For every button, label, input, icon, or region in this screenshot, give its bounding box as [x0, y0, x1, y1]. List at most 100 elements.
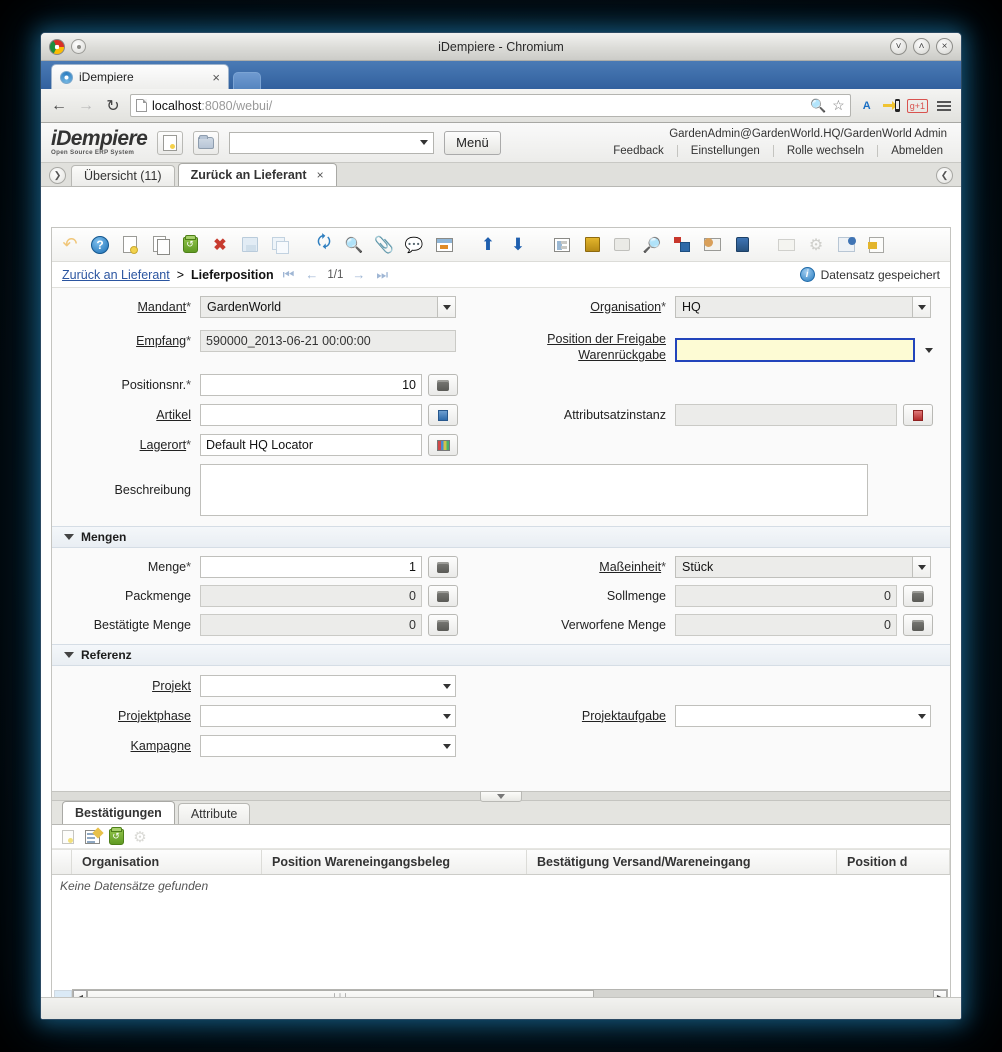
back-icon[interactable]: ← [49, 97, 69, 115]
field-verworfene-menge[interactable]: 0 [675, 614, 897, 636]
window-menu-icon[interactable] [71, 39, 86, 54]
mobile-send-icon[interactable] [882, 98, 900, 113]
link-feedback[interactable]: Feedback [600, 145, 678, 157]
last-record-icon[interactable]: ⏭ [374, 267, 390, 283]
link-rolle-wechseln[interactable]: Rolle wechseln [774, 145, 879, 157]
tab-zurueck-an-lieferant[interactable]: Zurück an Lieferant × [177, 163, 337, 186]
new-window-button[interactable] [157, 130, 184, 155]
save-icon[interactable] [238, 233, 262, 257]
archive-icon[interactable] [580, 233, 604, 257]
artikel-lookup-button[interactable] [428, 404, 458, 426]
exit-icon[interactable] [864, 233, 888, 257]
sollmenge-calculator-button[interactable] [903, 585, 933, 607]
field-sollmenge[interactable]: 0 [675, 585, 897, 607]
first-record-icon[interactable]: ⏮ [281, 267, 297, 283]
expand-left-panel-icon[interactable]: ❯ [49, 167, 66, 184]
field-projektphase[interactable] [200, 705, 456, 727]
menu-button[interactable]: Menü [444, 130, 501, 155]
link-abmelden[interactable]: Abmelden [878, 145, 947, 157]
archive-document-icon[interactable] [834, 233, 858, 257]
field-menge[interactable]: 1 [200, 556, 422, 578]
delete-selection-icon[interactable]: ✖ [208, 233, 232, 257]
collapse-panel-handle[interactable] [480, 791, 522, 802]
google-plus-one-icon[interactable]: g+1 [906, 98, 928, 113]
field-lagerort[interactable]: Default HQ Locator [200, 434, 422, 456]
email-icon[interactable] [700, 233, 724, 257]
tab-uebersicht[interactable]: Übersicht (11) [71, 165, 175, 186]
save-as-new-icon[interactable] [268, 233, 292, 257]
field-attributsatzinstanz[interactable] [675, 404, 897, 426]
packmenge-calculator-button[interactable] [428, 585, 458, 607]
minimize-button[interactable]: ˅ [890, 38, 907, 55]
bestaetigte-menge-calculator-button[interactable] [428, 614, 458, 636]
grid-column-bestaetigung-versand[interactable]: Bestätigung Versand/Wareneingang [527, 850, 837, 874]
process-icon[interactable] [670, 233, 694, 257]
report-icon[interactable] [432, 233, 456, 257]
field-empfang[interactable]: 590000_2013-06-21 00:00:00 [200, 330, 456, 352]
verworfene-menge-calculator-button[interactable] [903, 614, 933, 636]
delete-record-icon[interactable]: ↺ [178, 233, 202, 257]
bookmark-star-icon[interactable]: ☆ [832, 97, 845, 114]
positionsnr-calculator-button[interactable] [428, 374, 458, 396]
panel-splitter[interactable] [52, 791, 950, 802]
breadcrumb-parent-link[interactable]: Zurück an Lieferant [62, 268, 170, 282]
link-einstellungen[interactable]: Einstellungen [678, 145, 774, 157]
edit-row-icon[interactable] [82, 827, 102, 847]
form-view-icon[interactable] [550, 233, 574, 257]
field-projektaufgabe[interactable] [675, 705, 931, 727]
field-mandant[interactable]: GardenWorld [200, 296, 456, 318]
tab-bestaetigungen[interactable]: Bestätigungen [62, 801, 175, 824]
field-beschreibung[interactable] [200, 464, 868, 516]
forward-icon[interactable]: → [76, 97, 96, 115]
open-window-button[interactable] [193, 130, 220, 155]
print-icon[interactable] [610, 233, 634, 257]
refresh-icon[interactable]: 🗘 [312, 233, 336, 257]
parent-record-icon[interactable]: ⬆ [476, 233, 500, 257]
field-artikel[interactable] [200, 404, 422, 426]
close-window-button[interactable]: × [936, 38, 953, 55]
field-packmenge[interactable]: 0 [200, 585, 422, 607]
global-search-select[interactable] [229, 131, 435, 154]
new-row-icon[interactable] [58, 827, 78, 847]
field-projekt[interactable] [200, 675, 456, 697]
group-header-mengen[interactable]: Mengen [52, 526, 950, 548]
grid-column-position-d[interactable]: Position d [837, 850, 950, 874]
reload-icon[interactable]: ↻ [103, 96, 123, 116]
group-header-referenz[interactable]: Referenz [52, 644, 950, 666]
lagerort-lookup-button[interactable] [428, 434, 458, 456]
zoom-icon[interactable]: 🔍 [810, 98, 826, 114]
previous-record-icon[interactable]: ← [303, 267, 320, 282]
close-tab-icon[interactable]: × [317, 168, 324, 182]
find-icon[interactable]: 🔍 [342, 233, 366, 257]
grid-column-position-wareneingangsbeleg[interactable]: Position Wareneingangsbeleg [262, 850, 527, 874]
tab-attribute[interactable]: Attribute [177, 803, 251, 824]
attachment-icon[interactable]: 📎 [372, 233, 396, 257]
field-bestaetigte-menge[interactable]: 0 [200, 614, 422, 636]
new-tab-button[interactable] [233, 72, 261, 89]
customize-icon[interactable]: ⚙ [130, 827, 150, 847]
chat-icon[interactable]: 💬 [402, 233, 426, 257]
copy-record-icon[interactable] [148, 233, 172, 257]
delete-row-icon[interactable]: ↺ [106, 826, 126, 847]
menge-calculator-button[interactable] [428, 556, 458, 578]
help-icon[interactable]: ? [88, 233, 112, 257]
browser-tab[interactable]: iDempiere × [51, 64, 229, 89]
grid-toggle-icon[interactable] [774, 233, 798, 257]
grid-column-organisation[interactable]: Organisation [72, 850, 262, 874]
undo-icon[interactable]: ↶ [58, 233, 82, 257]
close-tab-icon[interactable]: × [198, 70, 220, 85]
field-freigabe[interactable] [675, 338, 915, 362]
field-organisation[interactable]: HQ [675, 296, 931, 318]
address-bar[interactable]: localhost:8080/webui/ 🔍 ☆ [130, 94, 851, 117]
field-positionsnr[interactable]: 10 [200, 374, 422, 396]
field-kampagne[interactable] [200, 735, 456, 757]
grid-column-select[interactable] [52, 850, 72, 874]
translate-icon[interactable]: A [858, 98, 876, 113]
zoom-across-icon[interactable]: 🔎 [640, 233, 664, 257]
maximize-button[interactable]: ˄ [913, 38, 930, 55]
next-record-icon[interactable]: → [350, 267, 367, 282]
detail-record-icon[interactable]: ⬇ [506, 233, 530, 257]
field-masseinheit[interactable]: Stück [675, 556, 931, 578]
chevron-down-icon[interactable] [925, 347, 933, 353]
expand-right-panel-icon[interactable]: ❮ [936, 167, 953, 184]
